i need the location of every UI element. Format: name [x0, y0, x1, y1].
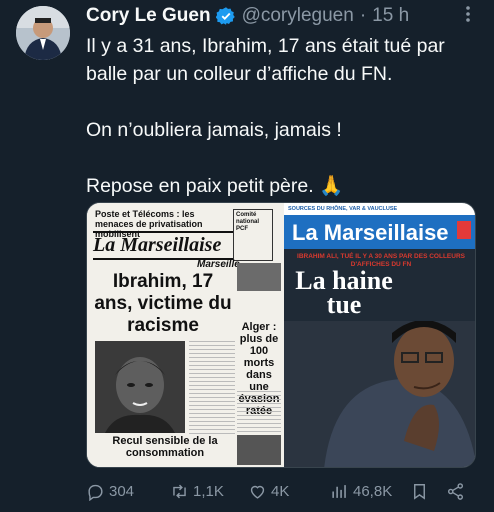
- avatar[interactable]: [16, 6, 70, 60]
- clipping-text-column: [189, 341, 235, 436]
- clipping-city: Marseille: [197, 259, 240, 270]
- tweet-line: On n’oubliera jamais, jamais !: [86, 119, 342, 141]
- tweet-line: Repose en paix petit père. 🙏: [86, 175, 344, 197]
- clipping-cover-photo: [284, 320, 475, 467]
- newspaper-clipping-left: Poste et Télécoms : les menaces de priva…: [87, 203, 284, 467]
- reply-count: 304: [109, 483, 135, 500]
- like-count: 4K: [271, 483, 290, 500]
- repost-count: 1,1K: [193, 483, 224, 500]
- view-count: 46,8K: [353, 483, 393, 500]
- clipping-masthead: La Marseillaise: [93, 231, 233, 260]
- tweet-header: Cory Le Guen @coryleguen · 15 h: [86, 4, 409, 28]
- author-handle[interactable]: @coryleguen: [242, 5, 354, 27]
- clipping-box-text: Comité national PCF: [233, 209, 273, 261]
- views-button[interactable]: 46,8K: [330, 482, 392, 501]
- author-name[interactable]: Cory Le Guen: [86, 5, 211, 27]
- clipping-sub-headline: Recul sensible de la consommation: [112, 435, 218, 459]
- tweet-time[interactable]: 15 h: [372, 5, 409, 27]
- verified-badge-icon: [215, 6, 236, 26]
- repost-icon: [173, 484, 186, 499]
- separator-dot: ·: [359, 5, 367, 26]
- clipping-bottom-photo: [237, 435, 281, 465]
- repost-button[interactable]: 1,1K: [170, 482, 224, 501]
- tweet-text: Il y a 31 ans, Ibrahim, 17 ans était tué…: [86, 32, 486, 200]
- clipping-portrait-photo: [95, 341, 185, 433]
- tweet-media[interactable]: Poste et Télécoms : les menaces de priva…: [86, 202, 476, 468]
- clipping-small-photo: [237, 263, 281, 291]
- like-button[interactable]: 4K: [248, 482, 289, 501]
- share-icon: [447, 483, 464, 500]
- tweet-line: Il y a 31 ans, Ibrahim, 17 ans était tué…: [86, 35, 445, 57]
- tweet: Cory Le Guen @coryleguen · 15 h Il y a 3…: [0, 0, 494, 512]
- tweet-line: balle par un colleur d’affiche du FN.: [86, 63, 393, 85]
- tweet-actions: 304 1,1K 4K 46,8K: [86, 480, 476, 506]
- newspaper-clipping-right: SOURCES DU RHÔNE, VAR & VAUCLUSE La Mars…: [284, 203, 475, 467]
- cover-topline: SOURCES DU RHÔNE, VAR & VAUCLUSE: [284, 203, 475, 215]
- reply-icon: [88, 484, 103, 501]
- cover-headline: La haine tue: [295, 266, 393, 319]
- clipping-headline: Ibrahim, 17 ans, victime du racisme: [94, 271, 232, 336]
- bookmark-icon: [414, 484, 425, 500]
- more-options-icon[interactable]: [458, 4, 478, 30]
- bookmark-button[interactable]: [410, 482, 433, 501]
- heart-icon: [250, 485, 265, 499]
- cover-masthead: La Marseillaise: [284, 215, 475, 249]
- cover-badge: [457, 221, 471, 239]
- views-chart-icon: [332, 485, 346, 498]
- reply-button[interactable]: 304: [86, 482, 134, 501]
- share-button[interactable]: [446, 482, 469, 501]
